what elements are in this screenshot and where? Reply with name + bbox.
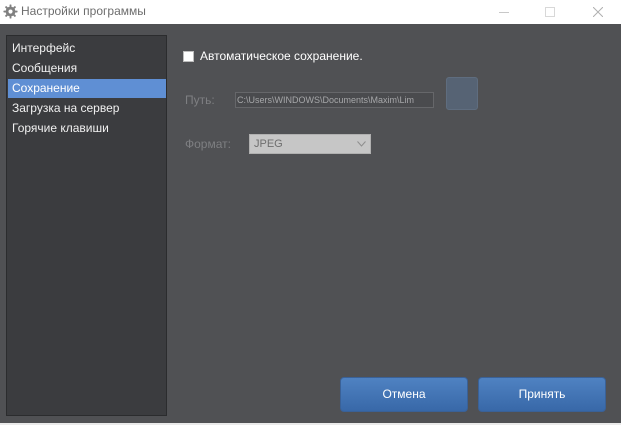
settings-window: Настройки программы Интерфейс Сообщения … [0,0,621,425]
path-label: Путь: [185,93,215,107]
window-title: Настройки программы [21,4,146,18]
sidebar-item-server-upload[interactable]: Загрузка на сервер [8,99,166,118]
sidebar-item-messages[interactable]: Сообщения [8,59,166,78]
close-button[interactable] [575,0,621,24]
maximize-icon [545,7,555,17]
settings-content: Интерфейс Сообщения Сохранение Загрузка … [0,24,621,425]
maximize-button[interactable] [527,0,573,24]
settings-sidebar: Интерфейс Сообщения Сохранение Загрузка … [6,35,167,416]
format-select[interactable]: JPEG [249,134,371,154]
minimize-icon [499,12,509,13]
autosave-checkbox[interactable] [183,51,194,62]
browse-button[interactable] [446,77,478,110]
format-label: Формат: [185,137,231,151]
sidebar-item-interface[interactable]: Интерфейс [8,39,166,58]
format-selected-value: JPEG [254,138,283,150]
apply-button[interactable]: Принять [478,377,606,412]
sidebar-item-hotkeys[interactable]: Горячие клавиши [8,119,166,138]
chevron-down-icon [357,141,366,147]
path-input[interactable]: C:\Users\WINDOWS\Documents\Maxim\Lim [235,92,434,108]
close-icon [593,7,603,17]
autosave-label[interactable]: Автоматическое сохранение. [200,48,363,65]
cancel-button[interactable]: Отмена [340,377,468,412]
minimize-button[interactable] [481,0,527,24]
gear-icon [3,4,18,19]
sidebar-item-saving[interactable]: Сохранение [8,79,166,98]
title-bar[interactable]: Настройки программы [0,0,621,24]
